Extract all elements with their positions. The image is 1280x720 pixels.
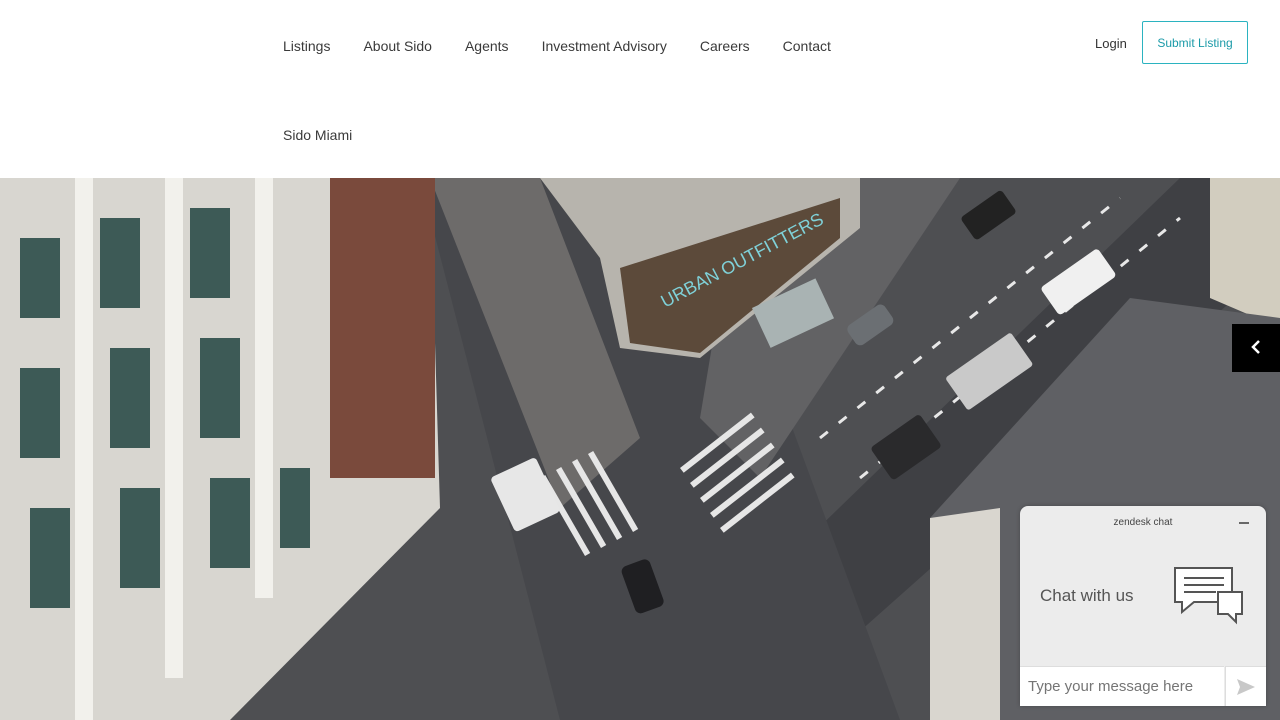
chat-widget: zendesk chat Chat with us <box>1020 506 1266 706</box>
login-link[interactable]: Login <box>1095 36 1127 51</box>
chat-message-input[interactable] <box>1020 666 1224 706</box>
nav-investment-advisory[interactable]: Investment Advisory <box>542 38 667 54</box>
submit-listing-button[interactable]: Submit Listing <box>1142 21 1248 64</box>
chat-bubbles-icon <box>1172 566 1244 631</box>
minus-icon[interactable] <box>1236 514 1252 530</box>
nav-about-sido[interactable]: About Sido <box>363 38 432 54</box>
nav-contact[interactable]: Contact <box>783 38 831 54</box>
chat-brand: zendesk chat <box>1113 517 1173 528</box>
send-icon[interactable] <box>1225 666 1266 706</box>
carousel-prev-button[interactable] <box>1232 324 1280 372</box>
chat-title[interactable]: Chat with us <box>1040 586 1134 606</box>
nav-listings[interactable]: Listings <box>283 38 330 54</box>
nav-sido-miami[interactable]: Sido Miami <box>283 127 352 143</box>
site-header: Listings About Sido Agents Investment Ad… <box>0 0 1280 178</box>
nav-careers[interactable]: Careers <box>700 38 750 54</box>
chevron-left-icon <box>1251 337 1261 360</box>
main-nav: Listings About Sido Agents Investment Ad… <box>283 38 831 54</box>
nav-agents[interactable]: Agents <box>465 38 509 54</box>
